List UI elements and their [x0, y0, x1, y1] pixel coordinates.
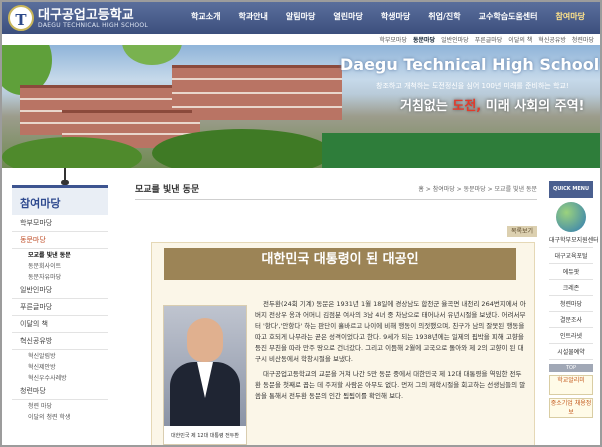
- school-building: [172, 65, 342, 120]
- quick-parent-center[interactable]: 대구학부모지원센터: [549, 232, 599, 248]
- main-nav: 학교소개 학과안내 알림마당 열린마당 학생마당 취업/진학 교수학습도움센터 …: [182, 11, 594, 22]
- subnav-public[interactable]: 일반인마당: [441, 35, 469, 44]
- field: [322, 133, 600, 168]
- main-content: 모교를 빛낸 동문 홈 > 참여마당 > 동문마당 > 모교를 빛낸 동문 목록…: [135, 178, 537, 445]
- slogan-part-3: 미래 사회의 주역!: [485, 99, 585, 114]
- article-paragraph: 전두환(24회 기계) 동문은 1931년 1월 18일에 경상남도 합천군 율…: [255, 300, 526, 363]
- sub-nav: 학부모마당 동문마당 일반인마당 푸른글마당 이달의 책 혁신공유방 청련마당: [373, 34, 594, 45]
- lnb-parents[interactable]: 학부모마당: [12, 215, 108, 232]
- quick-menu: QUICK MENU 대구학부모지원센터 대구교육포털 에듀팟 크레존 청련마당…: [549, 181, 599, 445]
- nav-participation[interactable]: 참여마당: [556, 11, 585, 22]
- lnb-innovation-cases[interactable]: 혁신우수사례방: [12, 372, 108, 383]
- article-paragraph: 대구공업고등학교의 교문을 거쳐 나간 5만 동문 중에서 대한민국 제 12대…: [255, 370, 526, 400]
- quick-integrity[interactable]: 청련마당: [549, 296, 593, 312]
- portrait-image: [164, 306, 246, 426]
- quick-facility[interactable]: 시설물예약: [549, 344, 593, 360]
- nav-students[interactable]: 학생마당: [381, 11, 410, 22]
- lnb-innovation-notice[interactable]: 혁신알림방: [12, 350, 108, 361]
- lnb-book[interactable]: 이달의 책: [12, 316, 108, 333]
- campus-banner: Daegu Technical High School 창조하고 개척하는 도전…: [2, 45, 600, 168]
- breadcrumb: 홈 > 참여마당 > 동문마당 > 모교를 빛낸 동문: [418, 186, 537, 193]
- slogan-part-2: 도전,: [452, 99, 482, 114]
- nav-career[interactable]: 취업/진학: [428, 11, 460, 22]
- subnav-innovation[interactable]: 혁신공유방: [538, 35, 566, 44]
- page-title: 모교를 빛낸 동문: [135, 185, 200, 195]
- article-body: 전두환(24회 기계) 동문은 1931년 1월 18일에 경상남도 합천군 율…: [255, 299, 527, 406]
- subnav-integrity[interactable]: 청련마당: [572, 35, 594, 44]
- left-nav-title: 참여마당: [12, 185, 108, 215]
- lnb-innovation[interactable]: 혁신공유방: [12, 333, 108, 350]
- quick-edupot[interactable]: 에듀팟: [549, 264, 593, 280]
- left-nav: 참여마당 학부모마당 동문마당 모교를 빛낸 동문 동문회사이트 동문자유마당 …: [12, 185, 108, 445]
- quick-edu-portal[interactable]: 대구교육포털: [549, 248, 593, 264]
- subnav-parents[interactable]: 학부모마당: [379, 35, 407, 44]
- banner-slogan: 거침없는 도전, 미래 사회의 주역!: [400, 95, 584, 114]
- headline: 대한민국 대통령이 된 대공인: [261, 252, 419, 267]
- nav-departments[interactable]: 학과안내: [238, 11, 267, 22]
- quick-menu-title: QUICK MENU: [549, 181, 593, 198]
- lnb-alumni-board[interactable]: 동문자유마당: [12, 271, 108, 282]
- subnav-book[interactable]: 이달의 책: [508, 35, 532, 44]
- quick-crezone[interactable]: 크레존: [549, 280, 593, 296]
- quick-intranet[interactable]: 인트라넷: [549, 328, 593, 344]
- divider: [135, 199, 537, 200]
- photo-caption: 대한민국 제 12대 대통령 전두환: [171, 433, 239, 439]
- trees: [152, 129, 332, 168]
- nav-school-intro[interactable]: 학교소개: [191, 11, 220, 22]
- lnb-proud-alumni[interactable]: 모교를 빛낸 동문: [12, 249, 108, 260]
- headline-banner: 대한민국 대통령이 된 대공인: [164, 248, 516, 280]
- lnb-integrity-board[interactable]: 청련 마당: [12, 400, 108, 411]
- subnav-alumni[interactable]: 동문마당: [413, 35, 435, 44]
- page: T 대구공업고등학교 DAEGU TECHNICAL HIGH SCHOOL 학…: [0, 0, 602, 447]
- pointer-cursor-icon: [61, 168, 72, 185]
- subnav-writing[interactable]: 푸른글마당: [475, 35, 503, 44]
- lnb-public[interactable]: 일반인마당: [12, 282, 108, 299]
- article: 대한민국 대통령이 된 대공인 대한민국 제 12대 대통령 전두환 전두환(2…: [151, 242, 535, 445]
- top-button[interactable]: TOP: [549, 364, 593, 372]
- lnb-writing[interactable]: 푸른글마당: [12, 299, 108, 316]
- banner-title: Daegu Technical High School: [340, 55, 600, 74]
- school-logo-icon[interactable]: T: [8, 5, 34, 31]
- quick-survey[interactable]: 결문조사: [549, 312, 593, 328]
- lnb-alumni[interactable]: 동문마당: [12, 232, 108, 249]
- lnb-alumni-site[interactable]: 동문회사이트: [12, 260, 108, 271]
- job-info-banner[interactable]: 중소기업 채용정보: [549, 398, 593, 418]
- portrait-photo: 대한민국 제 12대 대통령 전두환: [163, 305, 247, 445]
- lnb-integrity[interactable]: 청련마당: [12, 383, 108, 400]
- school-info-banner[interactable]: 학교알리미: [549, 375, 593, 395]
- leaf-decoration: [122, 45, 182, 65]
- list-button[interactable]: 목록보기: [507, 226, 537, 237]
- sub-nav-bar: 학부모마당 동문마당 일반인마당 푸른글마당 이달의 책 혁신공유방 청련마당: [2, 34, 600, 45]
- slogan-part-1: 거침없는: [400, 99, 448, 114]
- portrait-face: [187, 318, 223, 362]
- lnb-integrity-student[interactable]: 이달의 청련 학생: [12, 411, 108, 422]
- school-name-en: DAEGU TECHNICAL HIGH SCHOOL: [38, 22, 149, 29]
- nav-open[interactable]: 열린마당: [333, 11, 362, 22]
- header: T 대구공업고등학교 DAEGU TECHNICAL HIGH SCHOOL 학…: [2, 2, 600, 34]
- nav-teaching-center[interactable]: 교수학습도움센터: [479, 11, 538, 22]
- globe-icon[interactable]: [556, 202, 586, 232]
- banner-subtitle: 창조하고 개척하는 도전정신을 심어 100년 미래를 준비하는 학교!: [376, 82, 569, 90]
- nav-notices[interactable]: 알림마당: [286, 11, 315, 22]
- lnb-innovation-proposal[interactable]: 혁신제안방: [12, 361, 108, 372]
- school-name[interactable]: 대구공업고등학교: [38, 4, 134, 23]
